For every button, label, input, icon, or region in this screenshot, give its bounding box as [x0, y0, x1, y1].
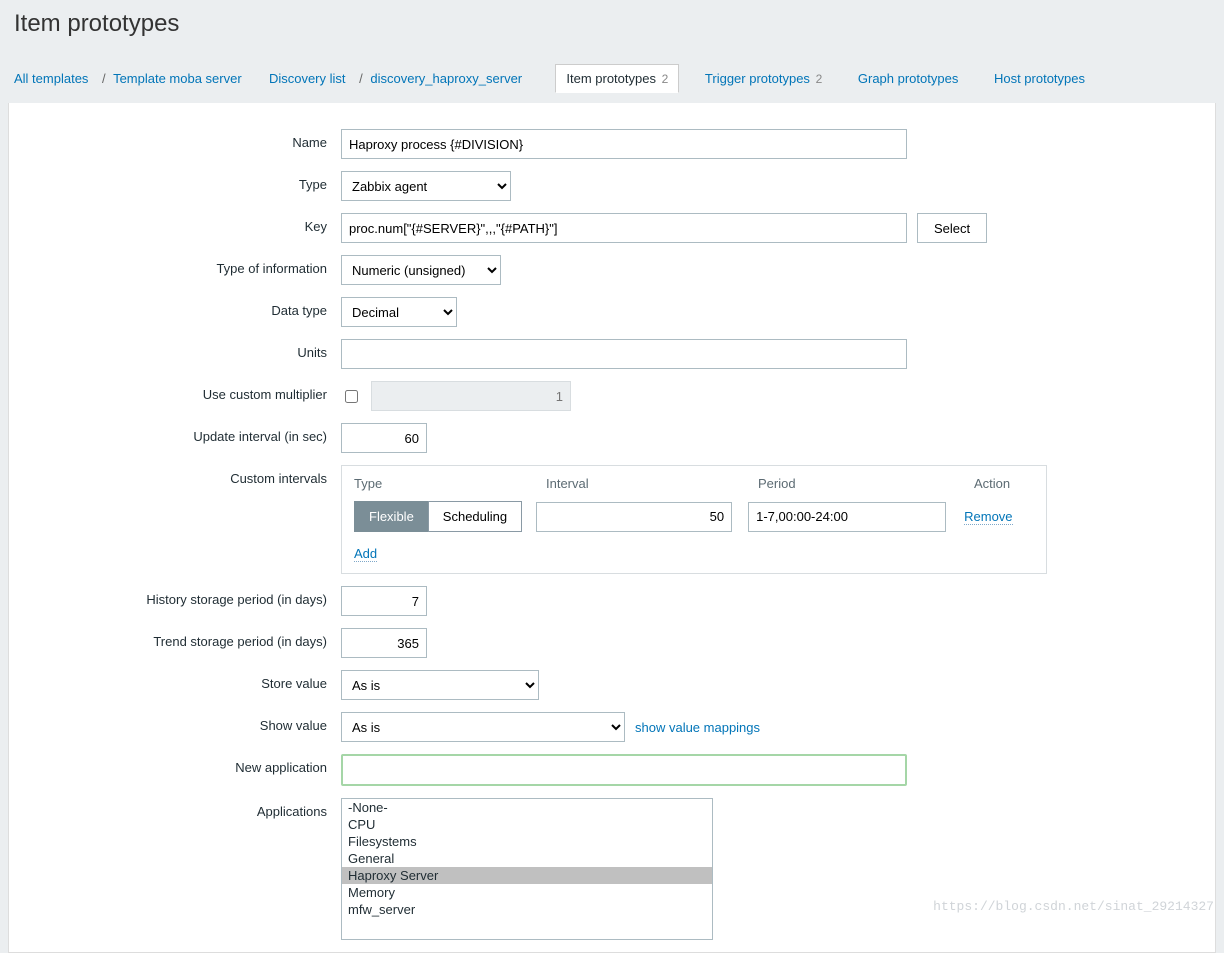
tab-item-prototypes[interactable]: Item prototypes 2: [555, 64, 679, 93]
label-update-interval: Update interval (in sec): [29, 423, 341, 444]
multiplier-input: [371, 381, 571, 411]
ci-head-period: Period: [758, 476, 974, 491]
type-select[interactable]: Zabbix agent: [341, 171, 511, 201]
flexible-button[interactable]: Flexible: [354, 501, 428, 532]
store-value-select[interactable]: As is: [341, 670, 539, 700]
label-new-application: New application: [29, 754, 341, 775]
tab-trigger-prototypes[interactable]: Trigger prototypes 2: [695, 65, 832, 92]
tab-graph-prototypes[interactable]: Graph prototypes: [848, 65, 968, 92]
application-option[interactable]: mfw_server: [342, 901, 712, 918]
applications-list[interactable]: -None-CPUFilesystemsGeneralHaproxy Serve…: [341, 798, 713, 940]
label-applications: Applications: [29, 798, 341, 819]
label-units: Units: [29, 339, 341, 360]
breadcrumb-template-name[interactable]: Template moba server: [113, 71, 242, 86]
select-button[interactable]: Select: [917, 213, 987, 243]
type-of-information-select[interactable]: Numeric (unsigned): [341, 255, 501, 285]
data-type-select[interactable]: Decimal: [341, 297, 457, 327]
label-use-custom-multiplier: Use custom multiplier: [29, 381, 341, 402]
update-interval-input[interactable]: [341, 423, 427, 453]
tab-label: Item prototypes: [566, 71, 656, 86]
show-value-mappings-link[interactable]: show value mappings: [635, 720, 760, 735]
interval-input[interactable]: [536, 502, 732, 532]
application-option[interactable]: Haproxy Server: [342, 867, 712, 884]
trend-storage-input[interactable]: [341, 628, 427, 658]
breadcrumb-all-templates[interactable]: All templates: [14, 71, 88, 86]
breadcrumb-sep: /: [102, 71, 106, 86]
label-type-of-information: Type of information: [29, 255, 341, 276]
label-history-storage: History storage period (in days): [29, 586, 341, 607]
application-option[interactable]: -None-: [342, 799, 712, 816]
label-show-value: Show value: [29, 712, 341, 733]
label-type: Type: [29, 171, 341, 192]
new-application-input[interactable]: [341, 754, 907, 786]
label-store-value: Store value: [29, 670, 341, 691]
period-input[interactable]: [748, 502, 946, 532]
scheduling-button[interactable]: Scheduling: [428, 501, 522, 532]
label-data-type: Data type: [29, 297, 341, 318]
label-custom-intervals: Custom intervals: [29, 465, 341, 486]
tab-count: 2: [662, 72, 669, 86]
breadcrumb-discovery-list[interactable]: Discovery list: [269, 71, 346, 86]
page-title: Item prototypes: [0, 0, 1224, 54]
label-name: Name: [29, 129, 341, 150]
breadcrumb-discovery-name[interactable]: discovery_haproxy_server: [370, 71, 522, 86]
key-input[interactable]: [341, 213, 907, 243]
ci-head-type: Type: [354, 476, 546, 491]
label-trend-storage: Trend storage period (in days): [29, 628, 341, 649]
application-option[interactable]: CPU: [342, 816, 712, 833]
label-key: Key: [29, 213, 341, 234]
remove-link[interactable]: Remove: [964, 509, 1012, 525]
tab-count: 2: [816, 72, 823, 86]
tab-label: Trigger prototypes: [705, 71, 810, 86]
custom-intervals-box: Type Interval Period Action Flexible Sch…: [341, 465, 1047, 574]
form-area: Name Type Zabbix agent Key Select Type o…: [8, 103, 1216, 953]
name-input[interactable]: [341, 129, 907, 159]
use-custom-multiplier-checkbox[interactable]: [345, 390, 358, 403]
application-option[interactable]: General: [342, 850, 712, 867]
breadcrumb-tabs: All templates / Template moba server Dis…: [0, 54, 1224, 103]
ci-head-action: Action: [974, 476, 1034, 491]
add-link[interactable]: Add: [354, 546, 377, 562]
custom-interval-row: Flexible Scheduling Remove: [354, 501, 1034, 532]
application-option[interactable]: Filesystems: [342, 833, 712, 850]
ci-head-interval: Interval: [546, 476, 758, 491]
application-option[interactable]: Memory: [342, 884, 712, 901]
breadcrumb-sep: /: [359, 71, 363, 86]
history-storage-input[interactable]: [341, 586, 427, 616]
interval-type-segment: Flexible Scheduling: [354, 501, 522, 532]
show-value-select[interactable]: As is: [341, 712, 625, 742]
units-input[interactable]: [341, 339, 907, 369]
tab-host-prototypes[interactable]: Host prototypes: [984, 65, 1095, 92]
